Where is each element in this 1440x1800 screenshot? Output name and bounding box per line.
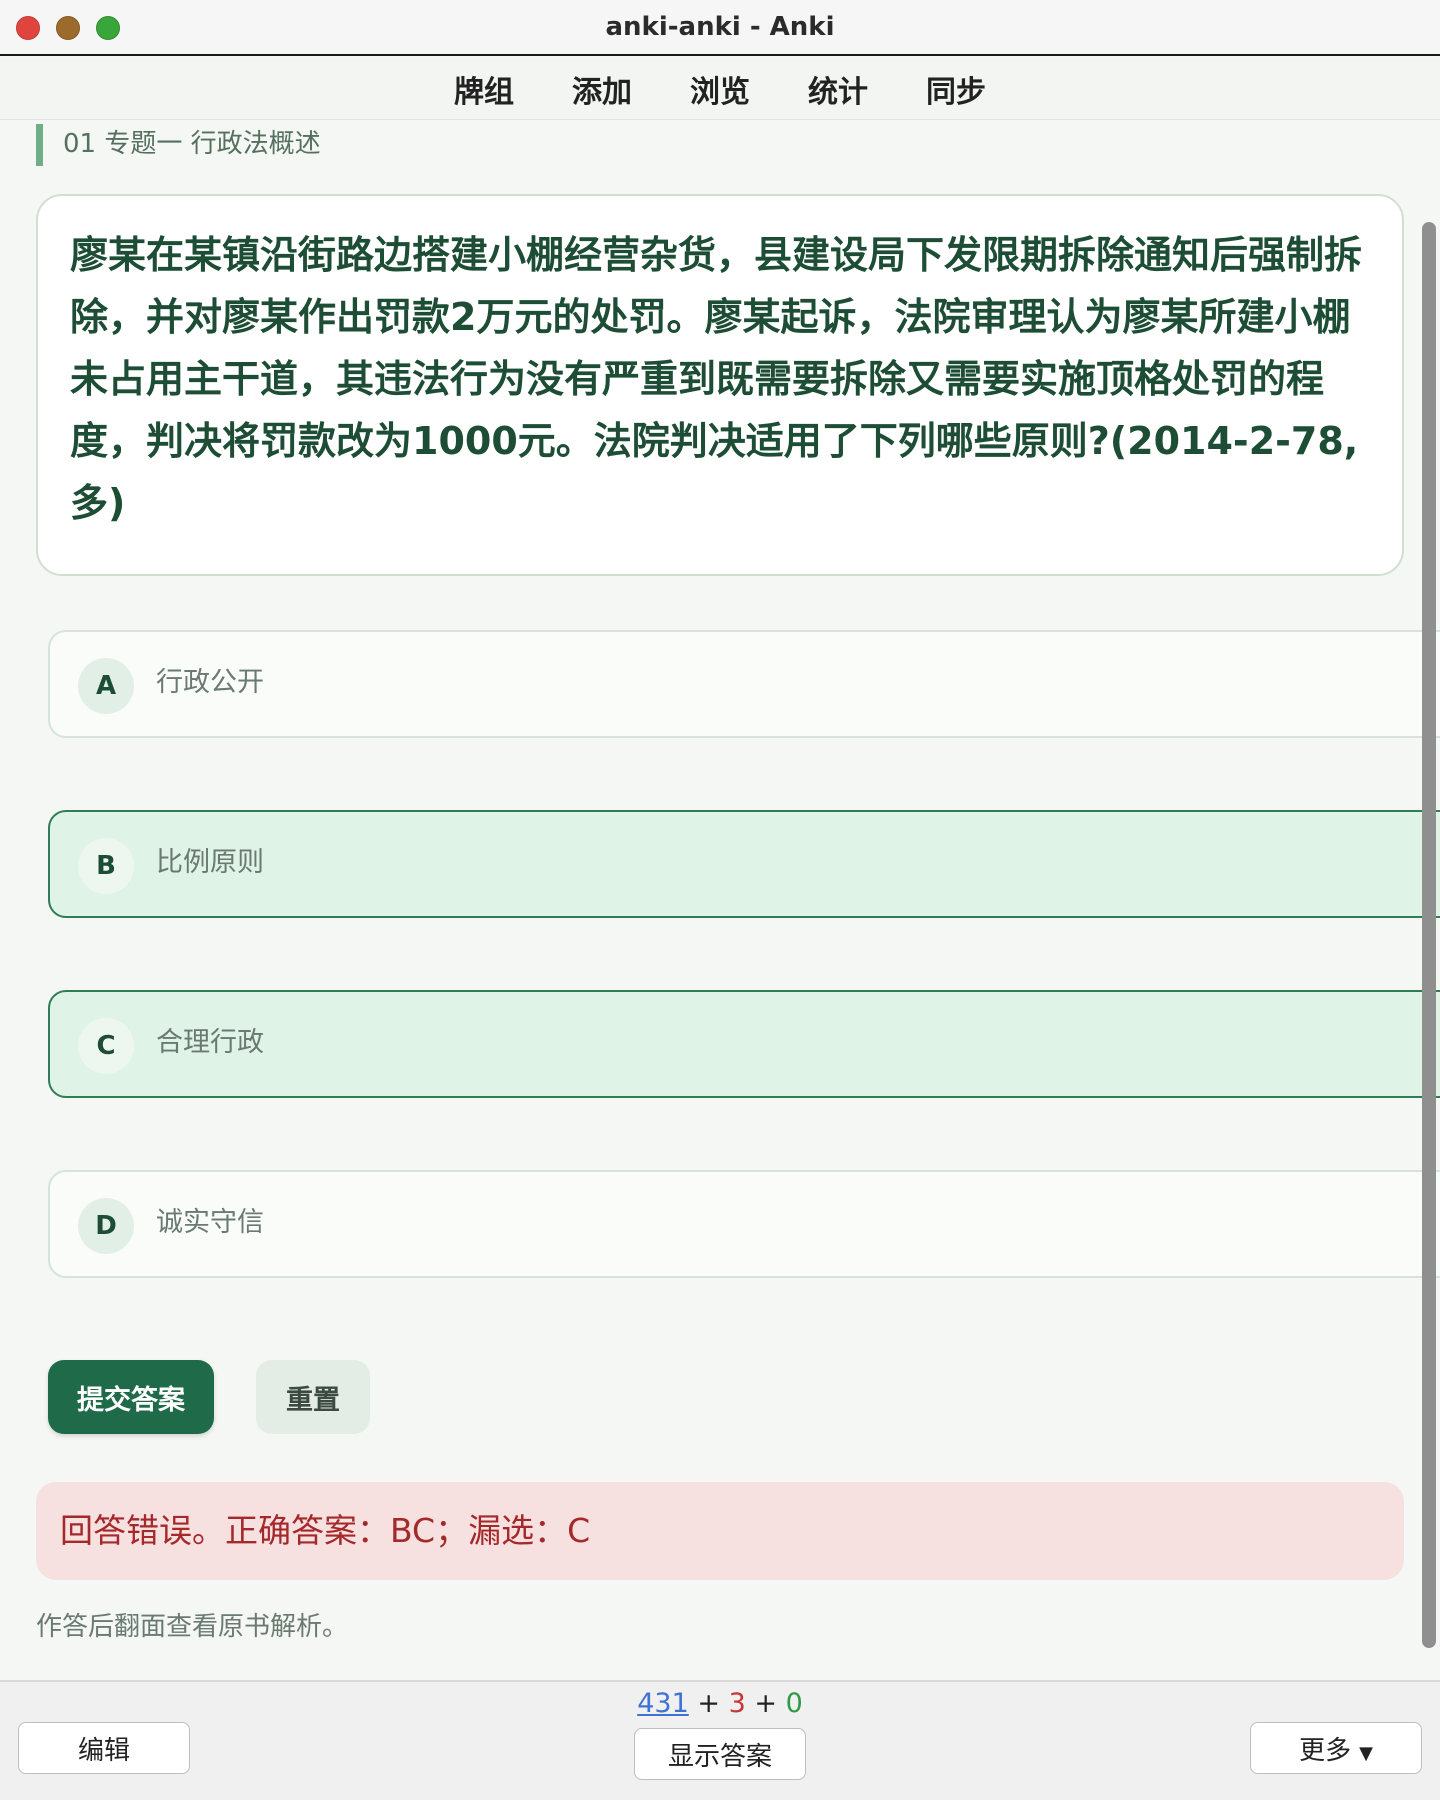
window-title: anki-anki - Anki [605,12,835,42]
option-text: 合理行政 [156,1027,264,1058]
count-separator: + [697,1688,720,1719]
option-text: 比例原则 [156,847,264,878]
due-counts: 431 + 3 + 0 [0,1688,1440,1719]
option-d[interactable]: D 诚实守信 [48,1170,1440,1278]
option-letter: C [78,1018,134,1074]
top-nav: 牌组 添加 浏览 统计 同步 [0,58,1440,120]
caret-down-icon: ▼ [1359,1742,1373,1764]
question-card: 廖某在某镇沿街路边搭建小棚经营杂货，县建设局下发限期拆除通知后强制拆除，并对廖某… [36,194,1404,576]
title-bar: anki-anki - Anki [0,0,1440,56]
question-text: 廖某在某镇沿街路边搭建小棚经营杂货，县建设局下发限期拆除通知后强制拆除，并对廖某… [70,233,1363,525]
edit-button[interactable]: 编辑 [18,1722,190,1774]
option-text: 行政公开 [156,667,264,698]
nav-sync[interactable]: 同步 [926,67,986,111]
submit-answer-button[interactable]: 提交答案 [48,1360,214,1434]
hint-text: 作答后翻面查看原书解析。 [36,1612,349,1642]
option-text: 诚实守信 [156,1207,264,1238]
count-separator: + [754,1688,777,1719]
nav-add[interactable]: 添加 [572,67,632,111]
result-banner: 回答错误。正确答案：BC；漏选：C [36,1482,1404,1580]
more-label: 更多 [1299,1735,1352,1766]
option-letter: A [78,658,134,714]
option-b[interactable]: B 比例原则 [48,810,1440,918]
option-c[interactable]: C 合理行政 [48,990,1440,1098]
nav-decks[interactable]: 牌组 [454,67,514,111]
option-a[interactable]: A 行政公开 [48,630,1440,738]
learn-count: 3 [728,1688,746,1719]
bottom-bar: 编辑 431 + 3 + 0 显示答案 更多 ▼ [0,1680,1440,1800]
review-content: 01 专题一 行政法概述 廖某在某镇沿街路边搭建小棚经营杂货，县建设局下发限期拆… [0,120,1440,1680]
anki-window: anki-anki - Anki 牌组 添加 浏览 统计 同步 01 专题一 行… [0,0,1440,1800]
more-button[interactable]: 更多 ▼ [1250,1722,1422,1774]
option-letter: D [78,1198,134,1254]
reset-button[interactable]: 重置 [256,1360,370,1434]
scrollbar[interactable] [1422,222,1436,1648]
nav-stats[interactable]: 统计 [808,67,868,111]
new-count[interactable]: 431 [637,1688,689,1719]
show-answer-button[interactable]: 显示答案 [634,1728,806,1780]
deck-path: 01 专题一 行政法概述 [36,124,321,166]
nav-browse[interactable]: 浏览 [690,67,750,111]
option-letter: B [78,838,134,894]
review-count: 0 [785,1688,803,1719]
